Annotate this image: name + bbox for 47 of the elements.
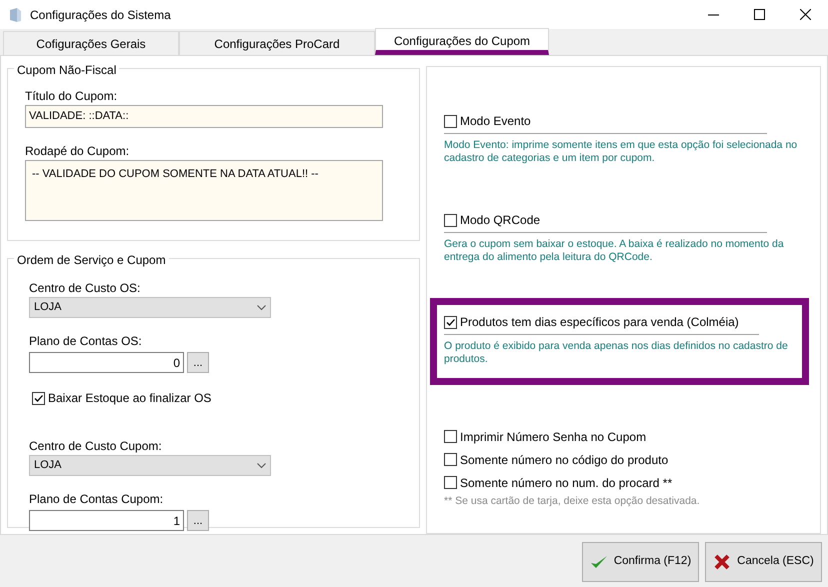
window-title: Configurações do Sistema	[30, 6, 171, 24]
app-icon	[8, 6, 24, 22]
checkbox[interactable]	[32, 392, 45, 404]
checkbox[interactable]	[444, 453, 457, 466]
tab[interactable]: Configurações ProCard	[179, 31, 375, 55]
input-field[interactable]: 1	[29, 510, 184, 531]
checkbox[interactable]	[444, 114, 457, 128]
dialog-button[interactable]: Cancela (ESC)	[705, 542, 822, 582]
option-description: O produto é exibido para venda apenas nos dias definidos no cadastro de produtos.	[444, 340, 789, 366]
checkbox-label[interactable]: Baixar Estoque ao finalizar OS	[48, 389, 212, 407]
dropdown[interactable]: LOJA	[29, 297, 271, 318]
checkbox[interactable]	[444, 430, 457, 443]
input-field[interactable]: VALIDADE: ::DATA::	[25, 105, 383, 128]
input-field[interactable]: 0	[29, 352, 184, 373]
dropdown-value: LOJA	[34, 458, 62, 474]
checkbox[interactable]	[444, 214, 457, 226]
field-label: Rodapé do Cupom:	[25, 143, 130, 160]
dropdown-value: LOJA	[34, 300, 62, 316]
tab[interactable]: Configurações do Cupom	[375, 28, 549, 55]
checkbox-label[interactable]: Imprimir Número Senha no Cupom	[460, 428, 646, 446]
dropdown[interactable]: LOJA	[29, 455, 271, 476]
maximize-icon[interactable]	[754, 9, 764, 20]
field-label: Título do Cupom:	[25, 88, 118, 105]
dialog-button[interactable]: Confirma (F12)	[582, 542, 699, 582]
chevron-down-icon	[257, 304, 266, 310]
input-field[interactable]: -- VALIDADE DO CUPOM SOMENTE NA DATA ATUAL!! --	[25, 160, 383, 221]
field-label: Centro de Custo Cupom:	[29, 438, 163, 455]
browse-button[interactable]: ...	[187, 352, 209, 373]
checkbox-label[interactable]: Produtos tem dias específicos para venda (Colméia)	[460, 313, 739, 331]
checkbox-label[interactable]: Somente número no código do produto	[460, 450, 668, 468]
checkbox-label[interactable]: Modo Evento	[460, 112, 531, 130]
field-label: Centro de Custo OS:	[29, 280, 142, 297]
checkbox[interactable]	[444, 476, 457, 489]
checkbox-label[interactable]: Somente número no num. do procard **	[460, 474, 672, 492]
close-icon[interactable]	[800, 9, 810, 20]
browse-button[interactable]: ...	[187, 510, 209, 531]
chevron-down-icon	[257, 462, 266, 468]
checkbox[interactable]	[444, 316, 457, 328]
checkbox-label[interactable]: Modo QRCode	[460, 211, 540, 229]
tab[interactable]: Cofigurações Gerais	[3, 31, 179, 55]
option-description: Modo Evento: imprime somente itens em que esta opção foi selecionada no cadastro de categorias e um item por cupom.	[444, 139, 798, 165]
field-label: Plano de Contas OS:	[29, 333, 143, 350]
cross-icon	[713, 554, 732, 570]
field-label: Plano de Contas Cupom:	[29, 491, 164, 508]
option-description: Gera o cupom sem baixar o estoque. A baixa é realizado no momento da entrega do alimento pela leitura do QRCode.	[444, 238, 785, 264]
footnote: ** Se usa cartão de tarja, deixe esta opção desativada.	[444, 494, 701, 509]
checkmark-icon	[590, 554, 608, 570]
